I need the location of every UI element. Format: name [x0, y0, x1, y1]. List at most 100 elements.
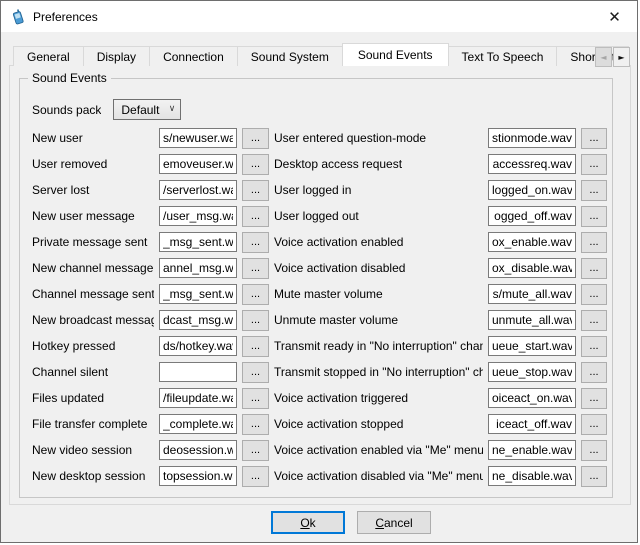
event-sound-input[interactable]: [488, 284, 576, 304]
sound-event-row: Hotkey pressed...Transmit ready in "No i…: [32, 333, 608, 359]
event-label: Voice activation stopped: [274, 417, 483, 431]
title-bar: Preferences ✕: [1, 1, 637, 32]
browse-button[interactable]: ...: [581, 466, 607, 487]
sound-event-row: Channel silent... Transmit stopped in "No…: [32, 359, 608, 385]
sound-event-row: File transfer complete... Voice activatio…: [32, 411, 608, 437]
event-sound-input[interactable]: [159, 284, 237, 304]
sounds-pack-value: Default: [121, 103, 159, 117]
browse-button[interactable]: ...: [242, 258, 269, 279]
sound-event-row: New broadcast message...Unmute master vo…: [32, 307, 608, 333]
event-label: Unmute master volume: [274, 313, 483, 327]
event-sound-input[interactable]: [159, 128, 237, 148]
browse-button[interactable]: ...: [242, 284, 269, 305]
browse-button[interactable]: ...: [581, 232, 607, 253]
browse-button[interactable]: ...: [581, 414, 607, 435]
event-sound-input[interactable]: [488, 258, 576, 278]
event-sound-input[interactable]: [488, 180, 576, 200]
close-icon: ✕: [608, 8, 621, 26]
tab-scroll-buttons: ◄ ►: [594, 47, 630, 67]
event-sound-input[interactable]: [159, 310, 237, 330]
sounds-pack-label: Sounds pack: [32, 103, 101, 117]
groupbox-title: Sound Events: [28, 71, 111, 85]
sound-event-row: Channel message sent...Mute master volum…: [32, 281, 608, 307]
sound-events-rows: New user...User entered question-mode...…: [32, 125, 608, 489]
sound-event-row: New desktop session...Voice activation d…: [32, 463, 608, 489]
event-label: Files updated: [32, 391, 154, 405]
event-label: User removed: [32, 157, 154, 171]
browse-button[interactable]: ...: [581, 310, 607, 331]
event-label: File transfer complete: [32, 417, 154, 431]
browse-button[interactable]: ...: [242, 336, 269, 357]
browse-button[interactable]: ...: [581, 206, 607, 227]
browse-button[interactable]: ...: [581, 154, 607, 175]
sound-event-row: User removed...Desktop access request...: [32, 151, 608, 177]
cancel-button[interactable]: Cancel: [357, 511, 431, 534]
browse-button[interactable]: ...: [242, 414, 269, 435]
browse-button[interactable]: ...: [242, 310, 269, 331]
event-label: Transmit stopped in "No interruption" ch…: [274, 365, 483, 379]
event-sound-input[interactable]: [159, 362, 237, 382]
event-sound-input[interactable]: [488, 466, 576, 486]
arrow-left-icon: ◄: [600, 53, 606, 62]
sound-events-groupbox: Sound Events Sounds pack Default ∨ New u…: [19, 78, 613, 498]
browse-button[interactable]: ...: [242, 232, 269, 253]
event-sound-input[interactable]: [159, 440, 237, 460]
event-sound-input[interactable]: [159, 154, 237, 174]
tab-connection[interactable]: Connection: [149, 46, 238, 66]
event-label: New user: [32, 131, 154, 145]
browse-button[interactable]: ...: [242, 362, 269, 383]
tab-text-to-speech[interactable]: Text To Speech: [448, 46, 558, 66]
browse-button[interactable]: ...: [581, 128, 607, 149]
event-sound-input[interactable]: [159, 232, 237, 252]
event-sound-input[interactable]: [159, 336, 237, 356]
tab-sound-events[interactable]: Sound Events: [342, 43, 449, 66]
close-button[interactable]: ✕: [592, 1, 637, 32]
browse-button[interactable]: ...: [242, 466, 269, 487]
browse-button[interactable]: ...: [581, 180, 607, 201]
browse-button[interactable]: ...: [242, 388, 269, 409]
event-sound-input[interactable]: [488, 128, 576, 148]
browse-button[interactable]: ...: [242, 154, 269, 175]
browse-button[interactable]: ...: [242, 440, 269, 461]
event-label: Voice activation enabled: [274, 235, 483, 249]
app-icon: [10, 9, 26, 25]
preferences-window: Preferences ✕ GeneralDisplayConnectionSo…: [0, 0, 638, 543]
event-label: New video session: [32, 443, 154, 457]
sound-event-row: Private message sent...Voice activation …: [32, 229, 608, 255]
browse-button[interactable]: ...: [581, 258, 607, 279]
event-sound-input[interactable]: [488, 388, 576, 408]
event-label: New desktop session: [32, 469, 154, 483]
event-sound-input[interactable]: [159, 206, 237, 226]
tab-scroll-right-button[interactable]: ►: [613, 47, 630, 67]
sound-event-row: New channel message...Voice activation d…: [32, 255, 608, 281]
event-sound-input[interactable]: [159, 258, 237, 278]
ok-button[interactable]: Ok: [271, 511, 345, 534]
browse-button[interactable]: ...: [581, 440, 607, 461]
browse-button[interactable]: ...: [581, 362, 607, 383]
event-sound-input[interactable]: [488, 336, 576, 356]
event-label: Channel silent: [32, 365, 154, 379]
event-sound-input[interactable]: [159, 414, 237, 434]
event-sound-input[interactable]: [488, 154, 576, 174]
sounds-pack-select[interactable]: Default ∨: [113, 99, 181, 120]
event-sound-input[interactable]: [159, 180, 237, 200]
event-sound-input[interactable]: [488, 440, 576, 460]
browse-button[interactable]: ...: [581, 336, 607, 357]
tab-general[interactable]: General: [13, 46, 84, 66]
tab-display[interactable]: Display: [83, 46, 150, 66]
event-sound-input[interactable]: [488, 232, 576, 252]
browse-button[interactable]: ...: [242, 128, 269, 149]
event-sound-input[interactable]: [488, 362, 576, 382]
event-sound-input[interactable]: [159, 388, 237, 408]
browse-button[interactable]: ...: [242, 206, 269, 227]
tab-sound-system[interactable]: Sound System: [237, 46, 343, 66]
event-sound-input[interactable]: [488, 414, 576, 434]
browse-button[interactable]: ...: [581, 284, 607, 305]
event-sound-input[interactable]: [488, 206, 576, 226]
tab-scroll-left-button[interactable]: ◄: [595, 47, 612, 67]
event-sound-input[interactable]: [488, 310, 576, 330]
browse-button[interactable]: ...: [581, 388, 607, 409]
event-label: Server lost: [32, 183, 154, 197]
event-sound-input[interactable]: [159, 466, 237, 486]
browse-button[interactable]: ...: [242, 180, 269, 201]
